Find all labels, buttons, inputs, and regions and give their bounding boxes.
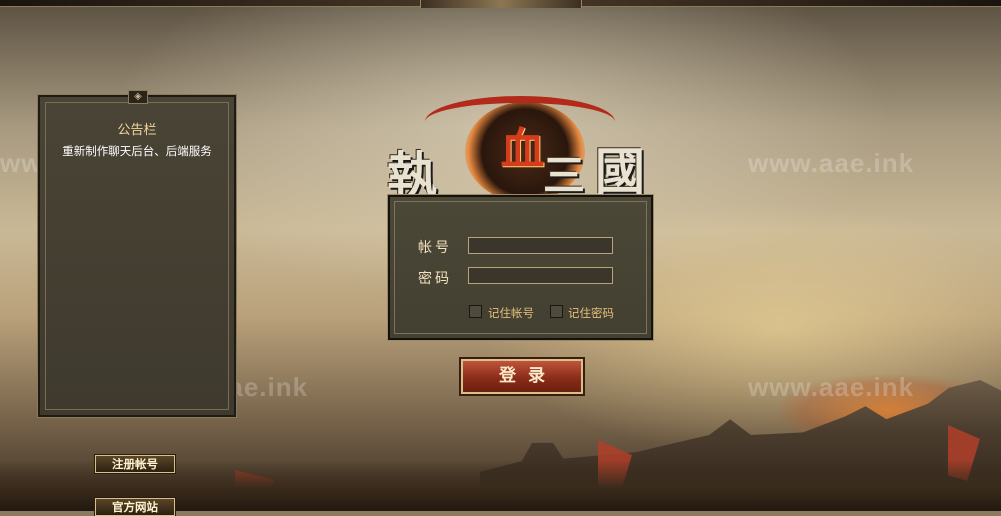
official-website-button[interactable]: 官方网站 [94, 497, 176, 516]
remember-password-label[interactable]: 记住密码 [568, 305, 614, 321]
logo-char: 國 [595, 142, 645, 201]
top-ornament [420, 0, 582, 8]
login-button[interactable]: 登录 [459, 357, 585, 396]
watermark: www.aae.ink [748, 372, 915, 402]
game-logo: 執 血 三 國 [385, 90, 665, 210]
knot-icon: ◈ [128, 90, 148, 104]
watermark: www.aae.ink [748, 148, 915, 178]
remember-account-checkbox[interactable] [469, 305, 482, 318]
logo-char: 三 [543, 151, 586, 200]
notice-body: 重新制作聊天后台、后端服务 [62, 144, 212, 158]
account-label: 帐号 [418, 240, 452, 256]
login-panel: 帐号 密码 记住帐号 记住密码 [387, 194, 654, 341]
notice-title: 公告栏 [117, 123, 157, 138]
password-label: 密码 [418, 271, 452, 287]
register-account-button[interactable]: 注册帐号 [94, 454, 176, 474]
password-input[interactable] [468, 267, 613, 284]
remember-password-checkbox[interactable] [550, 305, 563, 318]
notice-panel: ◈ 公告栏 重新制作聊天后台、后端服务 [37, 90, 237, 418]
remember-account-label[interactable]: 记住帐号 [488, 305, 534, 321]
account-input[interactable] [468, 237, 613, 254]
